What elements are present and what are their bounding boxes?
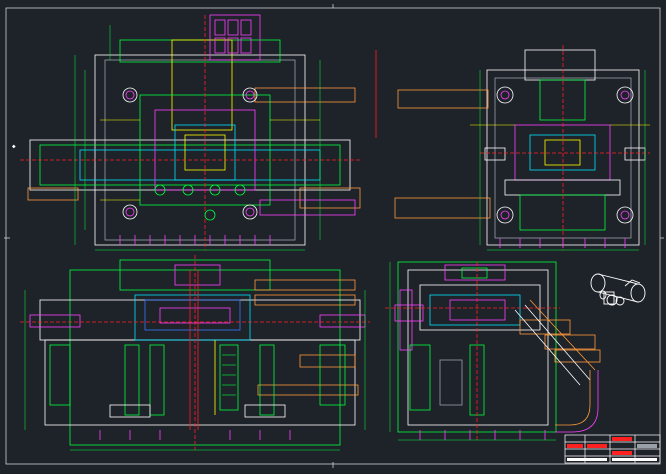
isometric-part-view (590, 273, 646, 306)
bottom-left-section-view (20, 255, 370, 451)
svg-text:◆: ◆ (12, 143, 16, 150)
top-right-end-view (394, 45, 650, 251)
title-block (564, 434, 661, 464)
bottom-right-section-view (385, 261, 601, 441)
cad-drawing-canvas: ◆ (4, 4, 664, 468)
top-left-plan-view: ◆ (12, 14, 361, 251)
drawing-frame (4, 4, 664, 468)
